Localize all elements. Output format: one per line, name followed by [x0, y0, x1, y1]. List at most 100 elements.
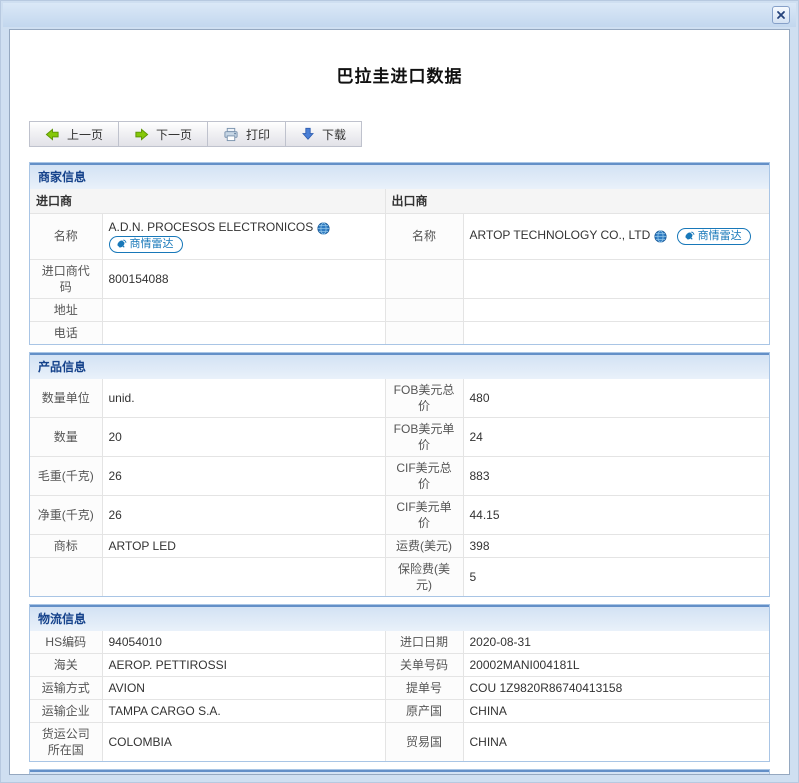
- row-value: AEROP. PETTIROSSI: [102, 653, 385, 676]
- dialog-window: 巴拉圭进口数据 上一页 下一页: [0, 0, 799, 783]
- merchant-phone-row: 电话: [30, 321, 769, 344]
- importer-name: A.D.N. PROCESOS ELECTRONICOS: [109, 220, 314, 234]
- row-value: 398: [463, 534, 769, 557]
- importer-name-cell: A.D.N. PROCESOS ELECTRONICOS 商情雷达: [102, 213, 385, 259]
- merchant-name-row: 名称 A.D.N. PROCESOS ELECTRONICOS 商情雷达 名称 …: [30, 213, 769, 259]
- empty-cell: [385, 259, 463, 298]
- merchant-address-row: 地址: [30, 298, 769, 321]
- row-label: 数量单位: [30, 379, 102, 418]
- table-row: 运输方式 AVION 提单号 COU 1Z9820R86740413158: [30, 676, 769, 699]
- row-label: 运输企业: [30, 699, 102, 722]
- table-row: 运输企业 TAMPA CARGO S.A. 原产国 CHINA: [30, 699, 769, 722]
- importer-name-label: 名称: [30, 213, 102, 259]
- table-row: 货运公司所在国 COLOMBIA 贸易国 CHINA: [30, 722, 769, 761]
- merchant-group-row: 进口商 出口商: [30, 189, 769, 213]
- empty-cell: [463, 321, 769, 344]
- printer-icon: [223, 127, 239, 142]
- download-label: 下载: [322, 126, 346, 143]
- page-title: 巴拉圭进口数据: [10, 62, 789, 87]
- row-label: 提单号: [385, 676, 463, 699]
- table-row: 数量单位 unid. FOB美元总价 480: [30, 379, 769, 418]
- row-value: TAMPA CARGO S.A.: [102, 699, 385, 722]
- table-row: 海关 AEROP. PETTIROSSI 关单号码 20002MANI00418…: [30, 653, 769, 676]
- section-description: 描述 产品详细描述 20 UNIDADES DE LUCES DE LED DE…: [29, 769, 770, 776]
- row-label: 货运公司所在国: [30, 722, 102, 761]
- print-label: 打印: [246, 126, 270, 143]
- exporter-name: ARTOP TECHNOLOGY CO., LTD: [470, 228, 651, 242]
- row-value: 26: [102, 456, 385, 495]
- row-value: 2020-08-31: [463, 631, 769, 654]
- row-label: CIF美元单价: [385, 495, 463, 534]
- section-merchant-header: 商家信息: [30, 163, 769, 189]
- row-value: 20: [102, 417, 385, 456]
- row-label: 原产国: [385, 699, 463, 722]
- prev-page-button[interactable]: 上一页: [29, 121, 119, 147]
- merchant-code-row: 进口商代码 800154088: [30, 259, 769, 298]
- exporter-radar-badge[interactable]: 商情雷达: [677, 228, 751, 245]
- exporter-globe-icon[interactable]: [654, 230, 667, 243]
- address-label: 地址: [30, 298, 102, 321]
- next-page-label: 下一页: [156, 126, 192, 143]
- row-label: 海关: [30, 653, 102, 676]
- table-row: HS编码 94054010 进口日期 2020-08-31: [30, 631, 769, 654]
- empty-cell: [463, 259, 769, 298]
- row-value: 24: [463, 417, 769, 456]
- importer-globe-icon[interactable]: [317, 222, 330, 235]
- importer-radar-label: 商情雷达: [130, 238, 174, 251]
- section-description-header: 描述: [30, 770, 769, 776]
- row-value: [102, 557, 385, 596]
- row-value: 883: [463, 456, 769, 495]
- table-row: 商标 ARTOP LED 运费(美元) 398: [30, 534, 769, 557]
- section-logistics-header: 物流信息: [30, 605, 769, 631]
- row-value: 26: [102, 495, 385, 534]
- dialog-content: 巴拉圭进口数据 上一页 下一页: [9, 29, 790, 775]
- row-label: 净重(千克): [30, 495, 102, 534]
- section-product-header: 产品信息: [30, 353, 769, 379]
- row-label: FOB美元总价: [385, 379, 463, 418]
- merchant-table: 进口商 出口商 名称 A.D.N. PROCESOS ELECTRONICOS …: [30, 189, 769, 344]
- dialog-titlebar: [3, 3, 796, 27]
- importer-radar-badge[interactable]: 商情雷达: [109, 236, 183, 253]
- row-value: COU 1Z9820R86740413158: [463, 676, 769, 699]
- close-button[interactable]: [772, 6, 790, 24]
- download-arrow-icon: [301, 127, 315, 141]
- exporter-radar-label: 商情雷达: [698, 230, 742, 243]
- exporter-name-label: 名称: [385, 213, 463, 259]
- importer-code-value: 800154088: [102, 259, 385, 298]
- row-label: 运费(美元): [385, 534, 463, 557]
- row-label: 运输方式: [30, 676, 102, 699]
- product-table: 数量单位 unid. FOB美元总价 480 数量 20 FOB美元单价 24 …: [30, 379, 769, 596]
- row-value: 44.15: [463, 495, 769, 534]
- row-value: CHINA: [463, 722, 769, 761]
- toolbar: 上一页 下一页 打印 下载: [29, 121, 362, 147]
- row-value: AVION: [102, 676, 385, 699]
- table-row: 毛重(千克) 26 CIF美元总价 883: [30, 456, 769, 495]
- phone-value: [102, 321, 385, 344]
- next-page-button[interactable]: 下一页: [118, 121, 208, 147]
- arrow-right-icon: [134, 127, 149, 142]
- radar-icon: [684, 231, 695, 242]
- row-label: 数量: [30, 417, 102, 456]
- row-value: CHINA: [463, 699, 769, 722]
- row-value: unid.: [102, 379, 385, 418]
- print-button[interactable]: 打印: [207, 121, 286, 147]
- download-button[interactable]: 下载: [285, 121, 362, 147]
- importer-code-label: 进口商代码: [30, 259, 102, 298]
- exporter-group-header: 出口商: [385, 189, 769, 213]
- empty-cell: [385, 321, 463, 344]
- arrow-left-icon: [45, 127, 60, 142]
- row-value: 94054010: [102, 631, 385, 654]
- row-label: HS编码: [30, 631, 102, 654]
- empty-cell: [385, 298, 463, 321]
- row-label: 贸易国: [385, 722, 463, 761]
- address-value: [102, 298, 385, 321]
- prev-page-label: 上一页: [67, 126, 103, 143]
- row-label: 商标: [30, 534, 102, 557]
- row-label: 毛重(千克): [30, 456, 102, 495]
- row-value: ARTOP LED: [102, 534, 385, 557]
- row-label: 进口日期: [385, 631, 463, 654]
- row-value: 20002MANI004181L: [463, 653, 769, 676]
- empty-cell: [463, 298, 769, 321]
- row-label: 保险费(美元): [385, 557, 463, 596]
- row-value: 5: [463, 557, 769, 596]
